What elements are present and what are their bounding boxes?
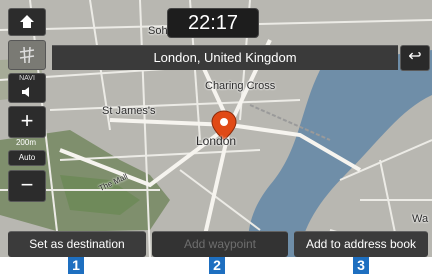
map-label-charing-cross: Charing Cross (205, 80, 276, 92)
callout-2: 2 (209, 257, 225, 274)
speaker-icon (22, 87, 29, 97)
zoom-in-button[interactable]: + (8, 106, 46, 138)
navigation-screen: Soho Charing Cross St James's London The… (0, 0, 432, 257)
location-title: London, United Kingdom (52, 45, 398, 70)
add-waypoint-button[interactable]: Add waypoint (152, 231, 288, 257)
map-grid-icon (19, 46, 35, 64)
zoom-out-button[interactable]: − (8, 170, 46, 202)
callout-3: 3 (353, 257, 369, 274)
scale-label: 200m (15, 138, 36, 147)
map-label-london: London (196, 134, 237, 148)
back-arrow-icon: ↩ (408, 48, 422, 65)
back-button[interactable]: ↩ (400, 45, 430, 71)
clock: 22:17 (167, 8, 259, 38)
map-label-st-james: St James's (102, 105, 156, 117)
home-icon (20, 15, 34, 28)
set-destination-button[interactable]: Set as destination (8, 231, 146, 257)
callout-1: 1 (68, 257, 84, 274)
add-address-book-button[interactable]: Add to address book (294, 231, 428, 257)
navi-volume-button[interactable]: NAVI (8, 73, 46, 103)
navi-label: NAVI (19, 75, 35, 82)
map-view[interactable] (0, 0, 432, 257)
map-label-waterloo: Wa (412, 213, 429, 225)
auto-zoom-button[interactable]: Auto (8, 150, 46, 166)
map-view-button[interactable] (8, 40, 46, 70)
home-button[interactable] (8, 8, 46, 36)
